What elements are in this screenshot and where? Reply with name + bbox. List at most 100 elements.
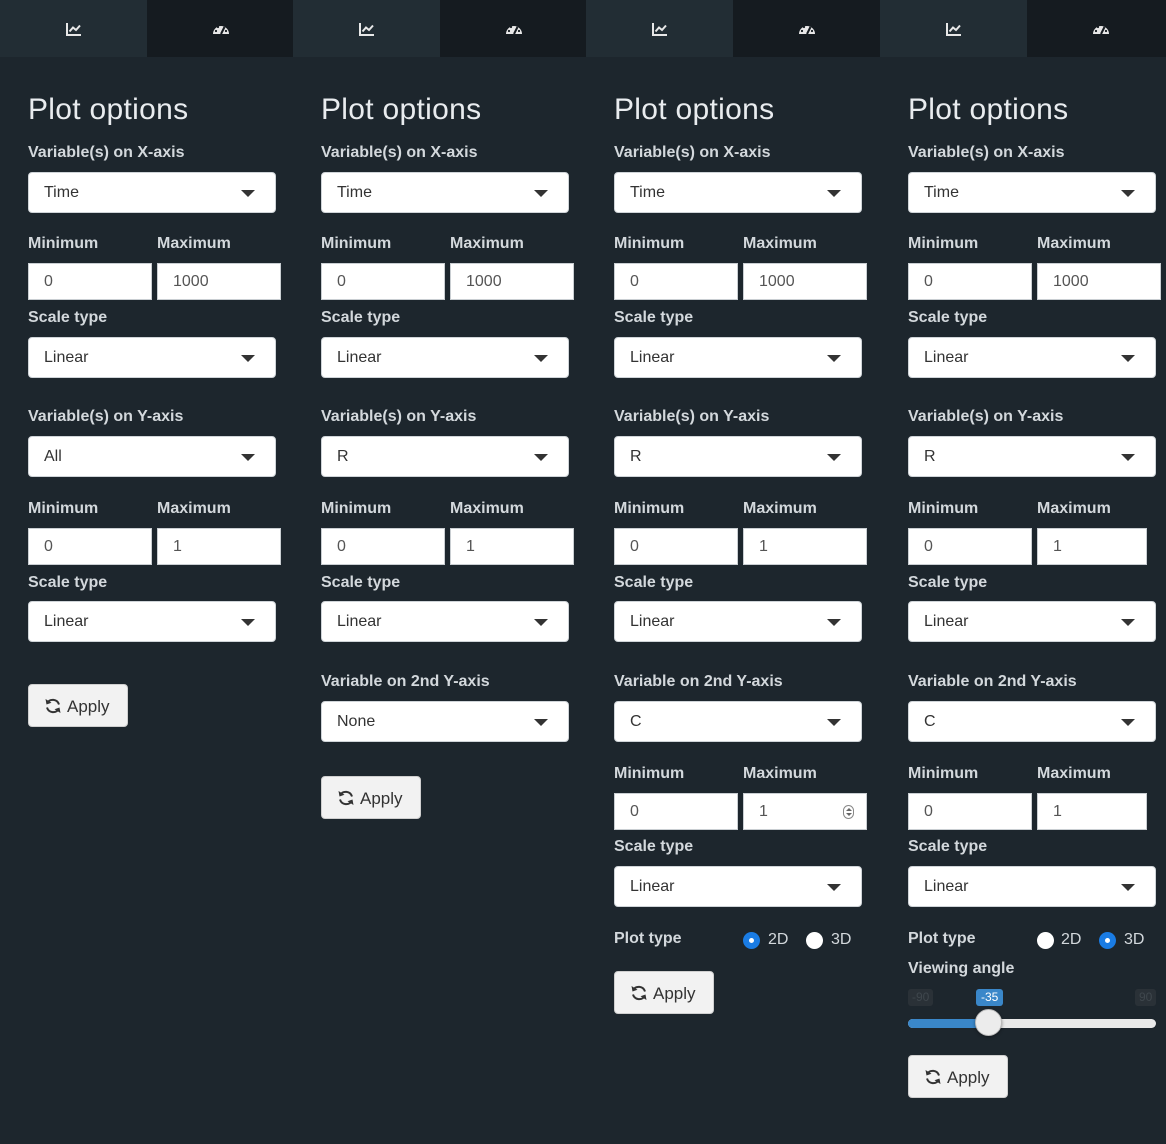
y-axis-label: Variable(s) on Y-axis <box>321 408 477 425</box>
x-scale-select[interactable]: Linear <box>908 337 1156 378</box>
y-max-input[interactable]: 1 <box>1037 528 1147 565</box>
apply-button[interactable]: Apply <box>908 1055 1008 1098</box>
y-scale-label: Scale type <box>321 574 401 591</box>
apply-label: Apply <box>360 789 403 808</box>
y-min-input[interactable]: 0 <box>321 528 445 565</box>
caret-down-icon <box>1121 619 1135 626</box>
x-max-input[interactable]: 1000 <box>1037 263 1161 300</box>
viewing-angle-handle[interactable] <box>975 1009 1002 1036</box>
y2-scale-select[interactable]: Linear <box>614 866 862 907</box>
x-axis-value: Time <box>44 184 79 201</box>
x-axis-select[interactable]: Time <box>28 172 276 213</box>
line-chart-icon <box>651 22 667 36</box>
y-axis-select[interactable]: R <box>614 436 862 477</box>
x-max-input[interactable]: 1000 <box>743 263 867 300</box>
tab-dashboard[interactable] <box>147 0 294 57</box>
y-scale-select[interactable]: Linear <box>908 601 1156 642</box>
line-chart-icon <box>358 22 374 36</box>
x-axis-label: Variable(s) on X-axis <box>614 144 771 161</box>
caret-down-icon <box>1121 355 1135 362</box>
y-scale-select[interactable]: Linear <box>28 601 276 642</box>
plot-type-2d-radio[interactable] <box>743 932 760 949</box>
x-min-input[interactable]: 0 <box>908 263 1032 300</box>
y2-axis-select[interactable]: C <box>614 701 862 742</box>
x-min-value: 0 <box>44 273 53 290</box>
y2-axis-select[interactable]: C <box>908 701 1156 742</box>
x-axis-select[interactable]: Time <box>614 172 862 213</box>
dashboard-icon <box>798 25 815 34</box>
apply-button[interactable]: Apply <box>321 776 421 819</box>
y-scale-label: Scale type <box>908 574 988 591</box>
y2-max-value: 1 <box>1053 803 1062 820</box>
y-scale-select[interactable]: Linear <box>614 601 862 642</box>
slider-max-label: 90 <box>1135 989 1157 1006</box>
number-spinner-icon[interactable] <box>843 805 854 819</box>
y2-scale-select[interactable]: Linear <box>908 866 1156 907</box>
line-chart-icon <box>65 22 81 36</box>
y-axis-select[interactable]: All <box>28 436 276 477</box>
x-min-value: 0 <box>337 273 346 290</box>
x-axis-label: Variable(s) on X-axis <box>908 144 1065 161</box>
x-max-input[interactable]: 1000 <box>450 263 574 300</box>
y2-max-input[interactable]: 1 <box>1037 793 1147 830</box>
tab-plot[interactable] <box>0 0 147 57</box>
x-min-label: Minimum <box>614 235 685 252</box>
plot-type-3d-label: 3D <box>1124 931 1145 948</box>
x-scale-select[interactable]: Linear <box>614 337 862 378</box>
y-min-input[interactable]: 0 <box>614 528 738 565</box>
x-max-input[interactable]: 1000 <box>157 263 281 300</box>
y2-min-input[interactable]: 0 <box>614 793 738 830</box>
y2-min-value: 0 <box>630 803 639 820</box>
plot-type-2d-radio[interactable] <box>1037 932 1054 949</box>
x-axis-label: Variable(s) on X-axis <box>28 144 185 161</box>
y-max-value: 1 <box>1053 538 1062 555</box>
y-axis-select[interactable]: R <box>321 436 569 477</box>
caret-down-icon <box>534 719 548 726</box>
x-min-input[interactable]: 0 <box>28 263 152 300</box>
y-max-input[interactable]: 1 <box>743 528 867 565</box>
y-min-input[interactable]: 0 <box>28 528 152 565</box>
page-title: Plot options <box>321 93 482 126</box>
y2-max-input[interactable]: 1 <box>743 793 867 830</box>
y2-axis-label: Variable on 2nd Y-axis <box>614 673 783 690</box>
x-axis-select[interactable]: Time <box>908 172 1156 213</box>
caret-down-icon <box>1121 884 1135 891</box>
x-min-value: 0 <box>630 273 639 290</box>
caret-down-icon <box>827 355 841 362</box>
panel-tabs <box>586 0 880 57</box>
tab-dashboard[interactable] <box>440 0 587 57</box>
y-max-input[interactable]: 1 <box>157 528 281 565</box>
plot-type-3d-radio[interactable] <box>1099 932 1116 949</box>
y2-min-input[interactable]: 0 <box>908 793 1032 830</box>
apply-label: Apply <box>947 1068 990 1087</box>
tab-plot[interactable] <box>880 0 1027 57</box>
y-max-input[interactable]: 1 <box>450 528 574 565</box>
y-min-input[interactable]: 0 <box>908 528 1032 565</box>
y-axis-select[interactable]: R <box>908 436 1156 477</box>
tab-plot[interactable] <box>293 0 440 57</box>
y-max-value: 1 <box>759 538 768 555</box>
y-scale-select[interactable]: Linear <box>321 601 569 642</box>
x-axis-value: Time <box>924 184 959 201</box>
dashboard-icon <box>1092 25 1109 34</box>
plot-options-panel-3: Plot options Variable(s) on X-axis Time … <box>586 0 880 1144</box>
tab-dashboard[interactable] <box>1027 0 1166 57</box>
tab-plot[interactable] <box>586 0 733 57</box>
apply-button[interactable]: Apply <box>28 684 128 727</box>
x-scale-select[interactable]: Linear <box>321 337 569 378</box>
plot-type-2d-label: 2D <box>1061 931 1082 948</box>
x-min-input[interactable]: 0 <box>321 263 445 300</box>
x-scale-value: Linear <box>630 349 675 366</box>
x-min-value: 0 <box>924 273 933 290</box>
caret-down-icon <box>241 619 255 626</box>
apply-button[interactable]: Apply <box>614 971 714 1014</box>
x-min-input[interactable]: 0 <box>614 263 738 300</box>
x-axis-select[interactable]: Time <box>321 172 569 213</box>
y-axis-label: Variable(s) on Y-axis <box>908 408 1064 425</box>
x-scale-select[interactable]: Linear <box>28 337 276 378</box>
plot-type-3d-radio[interactable] <box>806 932 823 949</box>
y-max-label: Maximum <box>1037 500 1111 517</box>
y2-axis-select[interactable]: None <box>321 701 569 742</box>
y2-max-label: Maximum <box>743 765 817 782</box>
tab-dashboard[interactable] <box>733 0 880 57</box>
